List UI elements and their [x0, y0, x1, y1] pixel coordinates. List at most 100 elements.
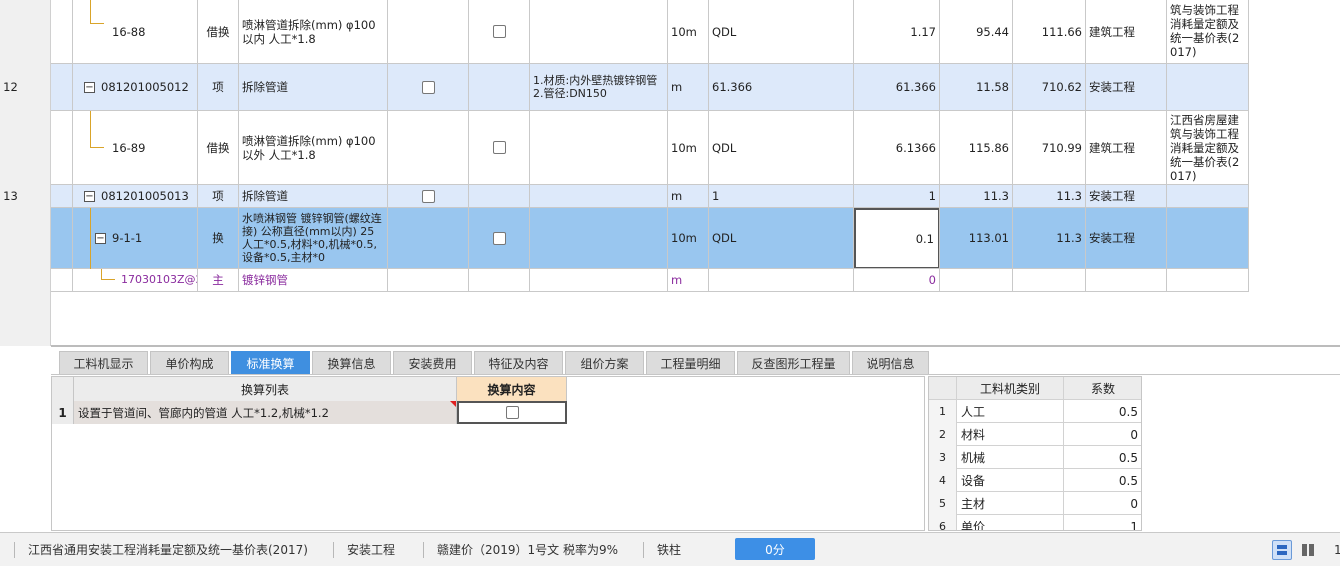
coef-row-type: 主材: [957, 492, 1064, 515]
tab-description[interactable]: 说明信息: [852, 351, 929, 374]
row-flag-1: [388, 0, 469, 63]
row-index: 13: [3, 189, 18, 203]
row-name: 喷淋管道拆除(mm) φ100以外 人工*1.8: [239, 111, 388, 184]
row-header-strip: [0, 0, 51, 346]
row-price: 115.86: [940, 111, 1013, 184]
status-location[interactable]: 铁柱: [657, 533, 681, 566]
table-row-selected[interactable]: −9-1-1 换 水喷淋钢管 镀锌钢管(螺纹连接) 公称直径(mm以内) 25 …: [51, 208, 1249, 269]
table-row[interactable]: 17030103Z@2 主 镀锌钢管 m 0: [51, 269, 1249, 292]
row-name: 拆除管道: [239, 185, 388, 207]
collapse-icon[interactable]: −: [84, 81, 95, 93]
conversion-row-index: 1: [52, 401, 74, 424]
tab-features[interactable]: 特征及内容: [474, 351, 563, 374]
coef-row-value[interactable]: 0: [1064, 492, 1141, 515]
row-code: 17030103Z@2: [51, 269, 198, 291]
tab-pricing-plan[interactable]: 组价方案: [565, 351, 644, 374]
conversion-row-content[interactable]: [457, 401, 567, 424]
row-expr: QDL: [709, 0, 854, 63]
tab-quantity-detail[interactable]: 工程量明细: [646, 351, 735, 374]
row-checkbox[interactable]: [492, 25, 506, 38]
status-quota[interactable]: 江西省通用安装工程消耗量定额及统一基价表(2017): [28, 533, 308, 566]
tab-unit-price[interactable]: 单价构成: [150, 351, 229, 374]
collapse-icon[interactable]: −: [84, 190, 95, 202]
row-basis: [1167, 269, 1249, 291]
row-type: 换: [198, 208, 239, 268]
row-profession: 建筑工程: [1086, 0, 1167, 63]
coef-row-value[interactable]: 0: [1064, 423, 1141, 446]
tab-conversion-info[interactable]: 换算信息: [312, 351, 391, 374]
tab-graphic-quantity[interactable]: 反查图形工程量: [737, 351, 850, 374]
bill-grid: 16-88 借换 喷淋管道拆除(mm) φ100以内 人工*1.8 10m QD…: [0, 0, 1340, 346]
row-feature: 1.材质:内外壁热镀锌钢管 2.管径:DN150: [530, 64, 668, 110]
tab-standard-conversion[interactable]: 标准换算: [231, 351, 310, 374]
row-checkbox[interactable]: [421, 189, 435, 203]
coef-row[interactable]: 1 人工 0.5: [929, 400, 1141, 423]
conversion-checkbox[interactable]: [505, 406, 519, 419]
coef-row-index: 1: [929, 400, 957, 423]
row-name: 喷淋管道拆除(mm) φ100以内 人工*1.8: [239, 0, 388, 63]
row-index: 12: [3, 80, 18, 94]
row-type: 主: [198, 269, 239, 291]
coef-row-index: 3: [929, 446, 957, 469]
row-checkbox[interactable]: [492, 141, 506, 154]
row-basis: 筑与装饰工程消耗量定额及统一基价表(2017): [1167, 0, 1249, 63]
row-unit: m: [668, 269, 709, 291]
tab-labor-material-machine[interactable]: 工料机显示: [59, 351, 148, 374]
table-row[interactable]: 13 −081201005013 项 拆除管道 m 1 1 11.3 11.3 …: [3, 185, 1249, 208]
row-total: 11.3: [1013, 208, 1086, 268]
coef-row[interactable]: 2 材料 0: [929, 423, 1141, 446]
table-row[interactable]: 16-89 借换 喷淋管道拆除(mm) φ100以外 人工*1.8 10m QD…: [51, 111, 1249, 185]
coef-row[interactable]: 6 单价 1: [929, 515, 1141, 531]
status-profession[interactable]: 安装工程: [347, 533, 395, 566]
row-flag-1: [388, 208, 469, 268]
row-unit: 10m: [668, 111, 709, 184]
table-row[interactable]: 12 −081201005012 项 拆除管道 1.材质:内外壁热镀锌钢管 2.…: [3, 64, 1249, 111]
row-checkbox[interactable]: [492, 231, 506, 245]
col-conversion-list: 换算列表: [74, 377, 457, 401]
coef-row-value[interactable]: 1: [1064, 515, 1141, 531]
coef-row-type: 人工: [957, 400, 1064, 423]
row-unit: m: [668, 185, 709, 207]
row-check-cell: [469, 0, 530, 63]
row-name: 镀锌钢管: [239, 269, 388, 291]
coef-row-value[interactable]: 0.5: [1064, 469, 1141, 492]
conversion-row[interactable]: 1 设置于管道间、管廊内的管道 人工*1.2,机械*1.2: [52, 401, 567, 424]
coef-row[interactable]: 3 机械 0.5: [929, 446, 1141, 469]
row-qty: 6.1366: [854, 111, 940, 184]
row-flag-1: [388, 269, 469, 291]
layout-horizontal-icon[interactable]: [1272, 540, 1292, 560]
coef-row-value[interactable]: 0.5: [1064, 446, 1141, 469]
row-code: −081201005012: [51, 64, 198, 110]
corner-cell: [52, 377, 74, 401]
row-price: 95.44: [940, 0, 1013, 63]
row-basis: [1167, 64, 1249, 110]
row-unit: 10m: [668, 0, 709, 63]
row-total: 11.3: [1013, 185, 1086, 207]
row-expr: QDL: [709, 111, 854, 184]
layout-vertical-icon[interactable]: [1298, 540, 1318, 560]
note-marker-icon: [450, 401, 456, 407]
row-expr: 1: [709, 185, 854, 207]
coef-row-type: 设备: [957, 469, 1064, 492]
row-price: 113.01: [940, 208, 1013, 268]
row-feature: [530, 269, 668, 291]
coef-row-value[interactable]: 0.5: [1064, 400, 1141, 423]
coef-row-index: 6: [929, 515, 957, 530]
table-row[interactable]: 16-88 借换 喷淋管道拆除(mm) φ100以内 人工*1.8 10m QD…: [51, 0, 1249, 64]
coef-row[interactable]: 5 主材 0: [929, 492, 1141, 515]
coef-corner: [929, 377, 957, 400]
status-pricing-document[interactable]: 赣建价（2019）1号文 税率为9%: [437, 533, 618, 566]
row-total: 710.62: [1013, 64, 1086, 110]
row-total: 111.66: [1013, 0, 1086, 63]
qty-edit-input[interactable]: 0.1: [854, 208, 939, 268]
coef-row[interactable]: 4 设备 0.5: [929, 469, 1141, 492]
row-feature: [530, 111, 668, 184]
row-checkbox[interactable]: [421, 80, 435, 94]
row-qty-cell: 0.1: [854, 208, 940, 268]
row-price: 11.58: [940, 64, 1013, 110]
row-type: 项: [198, 64, 239, 110]
row-type: 借换: [198, 111, 239, 184]
collapse-icon[interactable]: −: [95, 232, 106, 244]
tab-install-fee[interactable]: 安装费用: [393, 351, 472, 374]
score-button[interactable]: 0分: [735, 538, 815, 560]
